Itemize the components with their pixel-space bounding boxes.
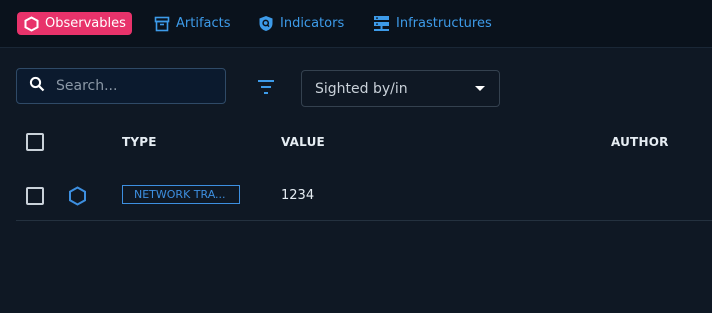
- entity-tab-bar: Observables Artifacts Indicators Infrast…: [0, 0, 712, 48]
- row-checkbox[interactable]: [26, 187, 44, 205]
- search-box: [16, 68, 226, 104]
- search-input[interactable]: [54, 77, 218, 95]
- tab-label: Artifacts: [176, 16, 231, 31]
- tab-label: Indicators: [280, 16, 345, 31]
- shield-search-icon: [258, 15, 274, 32]
- filter-icon: [255, 80, 277, 100]
- search-icon: [17, 76, 45, 96]
- select-value: Sighted by/in: [315, 80, 408, 97]
- archive-icon: [154, 16, 170, 32]
- tab-infrastructures[interactable]: Infrastructures: [373, 12, 492, 35]
- select-all-checkbox[interactable]: [26, 133, 44, 151]
- column-header-value[interactable]: VALUE: [281, 135, 325, 149]
- hexagon-icon: [24, 15, 39, 32]
- tab-label: Infrastructures: [396, 16, 492, 31]
- tab-artifacts[interactable]: Artifacts: [154, 12, 231, 35]
- server-icon: [373, 15, 390, 32]
- type-chip: NETWORK TRA...: [122, 185, 240, 204]
- column-header-author[interactable]: AUTHOR: [611, 135, 669, 149]
- sighted-by-select[interactable]: Sighted by/in: [301, 70, 500, 107]
- chevron-down-icon: [475, 86, 485, 91]
- hexagon-icon: [68, 186, 87, 210]
- tab-indicators[interactable]: Indicators: [258, 12, 344, 35]
- tab-label: Observables: [45, 16, 126, 31]
- filter-button[interactable]: [255, 78, 277, 96]
- column-header-type[interactable]: TYPE: [122, 135, 157, 149]
- row-divider: [16, 220, 712, 221]
- tab-observables[interactable]: Observables: [17, 12, 132, 35]
- observable-value: 1234: [281, 188, 315, 203]
